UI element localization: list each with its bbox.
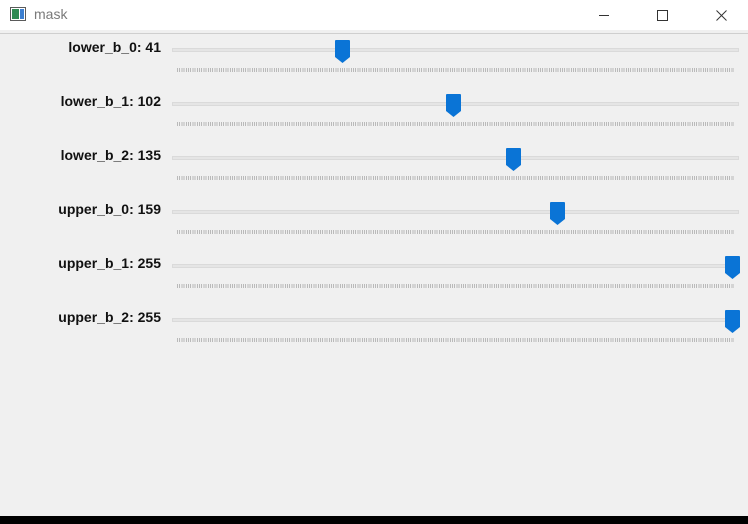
trackbar-track[interactable] <box>172 264 739 268</box>
trackbar-upper-b-1: upper_b_1: 255 <box>0 251 748 305</box>
trackbar-ticks <box>177 284 734 288</box>
trackbar-label: lower_b_0: 41 <box>68 39 161 55</box>
trackbar-ticks <box>177 68 734 72</box>
maximize-button[interactable] <box>639 0 685 30</box>
app-window-icon <box>10 7 26 21</box>
trackbar-ticks <box>177 338 734 342</box>
trackbar-lower-b-2: lower_b_2: 135 <box>0 143 748 197</box>
window-title: mask <box>34 6 68 22</box>
trackbar-lower-b-1: lower_b_1: 102 <box>0 89 748 143</box>
trackbar-thumb[interactable] <box>506 148 521 172</box>
trackbar-thumb[interactable] <box>550 202 565 226</box>
trackbar-thumb[interactable] <box>725 310 740 334</box>
title-bar: mask <box>0 0 748 30</box>
close-icon <box>715 9 727 21</box>
trackbar-ticks <box>177 230 734 234</box>
trackbar-track[interactable] <box>172 156 739 160</box>
trackbar-lower-b-0: lower_b_0: 41 <box>0 35 748 89</box>
trackbar-ticks <box>177 122 734 126</box>
trackbar-label: lower_b_1: 102 <box>60 93 161 109</box>
title-divider <box>0 33 748 34</box>
trackbar-thumb[interactable] <box>335 40 350 64</box>
close-button[interactable] <box>698 0 744 30</box>
trackbar-thumb[interactable] <box>725 256 740 280</box>
trackbar-label: upper_b_1: 255 <box>58 255 161 271</box>
trackbar-label: lower_b_2: 135 <box>60 147 161 163</box>
minimize-button[interactable] <box>581 0 627 30</box>
trackbar-track[interactable] <box>172 318 739 322</box>
trackbar-upper-b-0: upper_b_0: 159 <box>0 197 748 251</box>
trackbar-upper-b-2: upper_b_2: 255 <box>0 305 748 359</box>
trackbar-label: upper_b_0: 159 <box>58 201 161 217</box>
trackbar-ticks <box>177 176 734 180</box>
trackbar-track[interactable] <box>172 210 739 214</box>
bottom-edge <box>0 516 748 524</box>
maximize-icon <box>656 9 668 21</box>
minimize-icon <box>599 15 609 16</box>
trackbar-track[interactable] <box>172 48 739 52</box>
trackbar-label: upper_b_2: 255 <box>58 309 161 325</box>
trackbar-thumb[interactable] <box>446 94 461 118</box>
